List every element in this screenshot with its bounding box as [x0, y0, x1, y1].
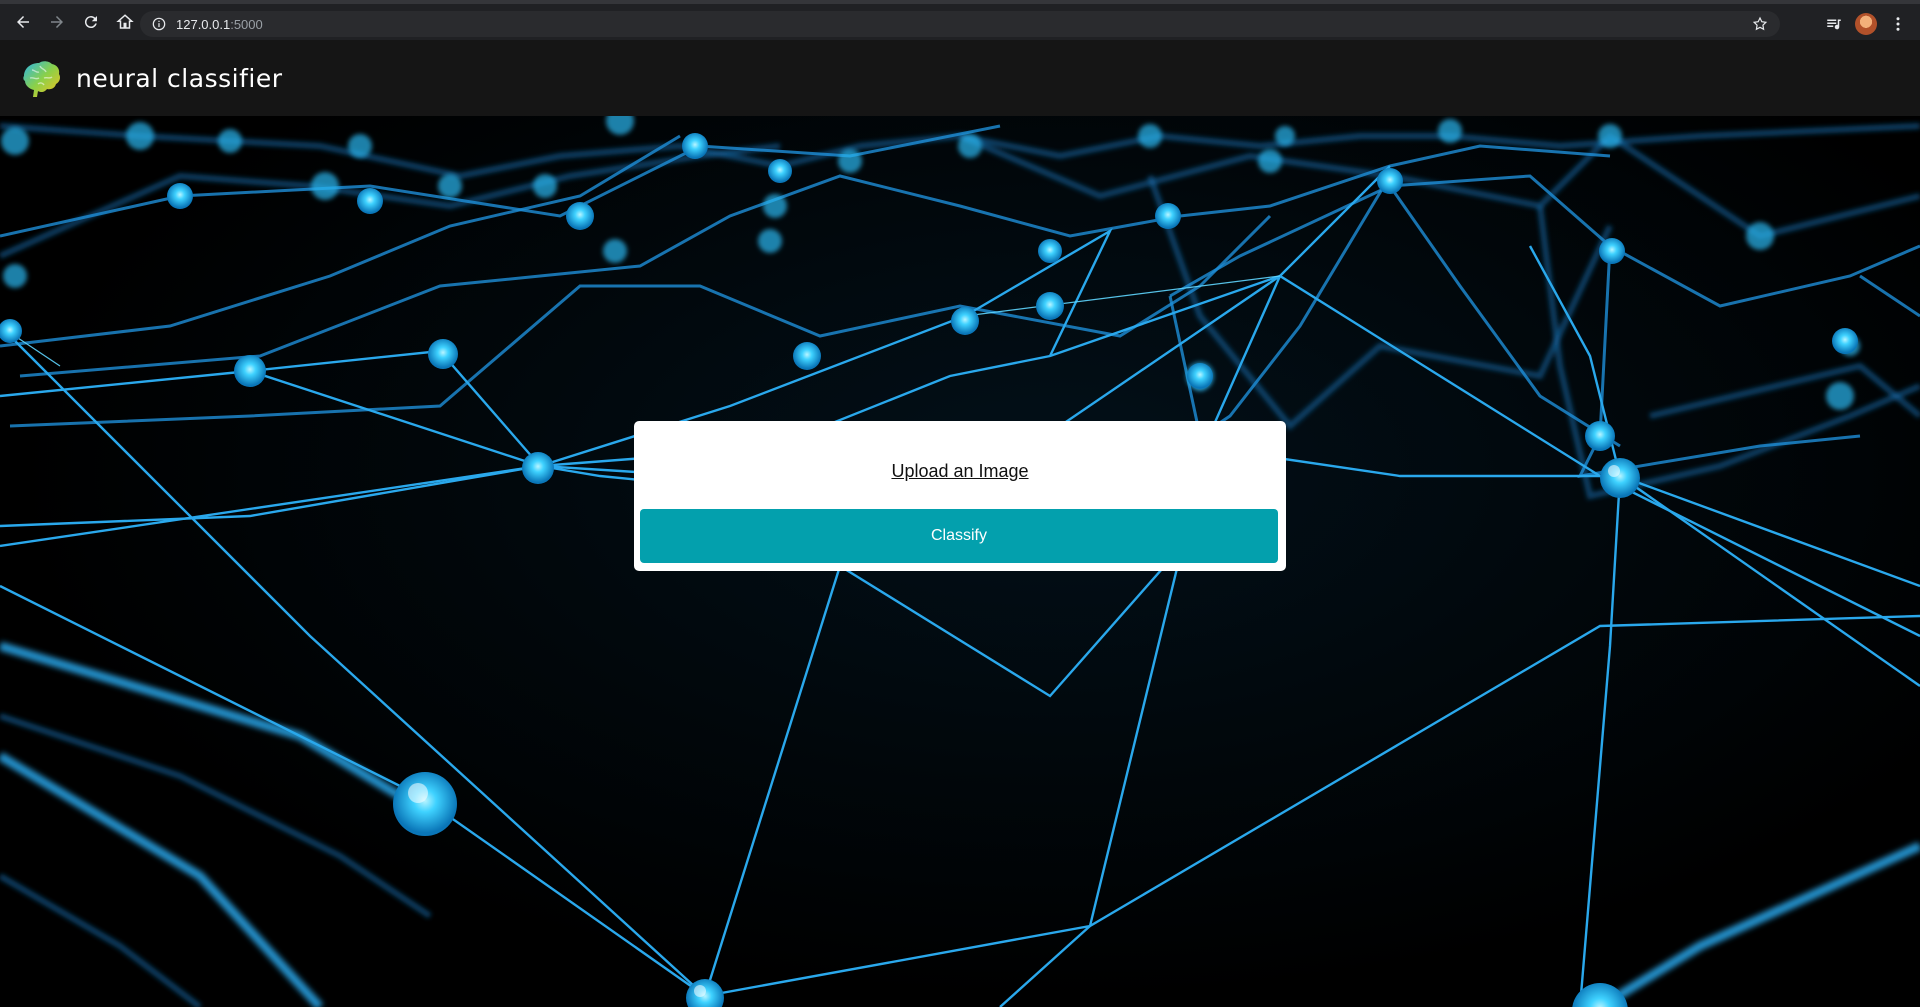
classify-button[interactable]: Classify: [640, 509, 1278, 563]
forward-arrow-icon: [51, 16, 63, 28]
upload-image-link[interactable]: Upload an Image: [634, 461, 1286, 482]
app-title: neural classifier: [76, 63, 283, 93]
forward-button[interactable]: [42, 7, 72, 37]
reload-button[interactable]: [76, 7, 106, 37]
url-host: 127.0.0.1: [176, 16, 231, 32]
home-button[interactable]: [110, 7, 140, 37]
profile-button[interactable]: [1852, 10, 1880, 38]
home-icon: [116, 14, 134, 29]
media-queue-icon: [1827, 19, 1841, 30]
url-port: :5000: [230, 16, 263, 32]
address-bar[interactable]: 127.0.0.1 :5000: [140, 11, 1780, 37]
menu-button[interactable]: [1884, 10, 1912, 38]
back-button[interactable]: [8, 7, 38, 37]
app-header: neural classifier: [0, 40, 1920, 116]
reload-icon: [84, 16, 97, 29]
upload-card: Upload an Image Classify: [634, 421, 1286, 571]
star-icon[interactable]: [1752, 16, 1768, 32]
info-icon[interactable]: [152, 17, 166, 31]
brain-icon[interactable]: [18, 56, 62, 100]
back-arrow-icon: [17, 16, 29, 28]
toolbar-actions: [1816, 10, 1912, 38]
avatar: [1855, 13, 1877, 35]
kebab-menu-icon: [1896, 17, 1900, 31]
media-queue-button[interactable]: [1820, 10, 1848, 38]
hero-background: Upload an Image Classify: [0, 116, 1920, 1007]
browser-toolbar: 127.0.0.1 :5000: [0, 0, 1920, 40]
